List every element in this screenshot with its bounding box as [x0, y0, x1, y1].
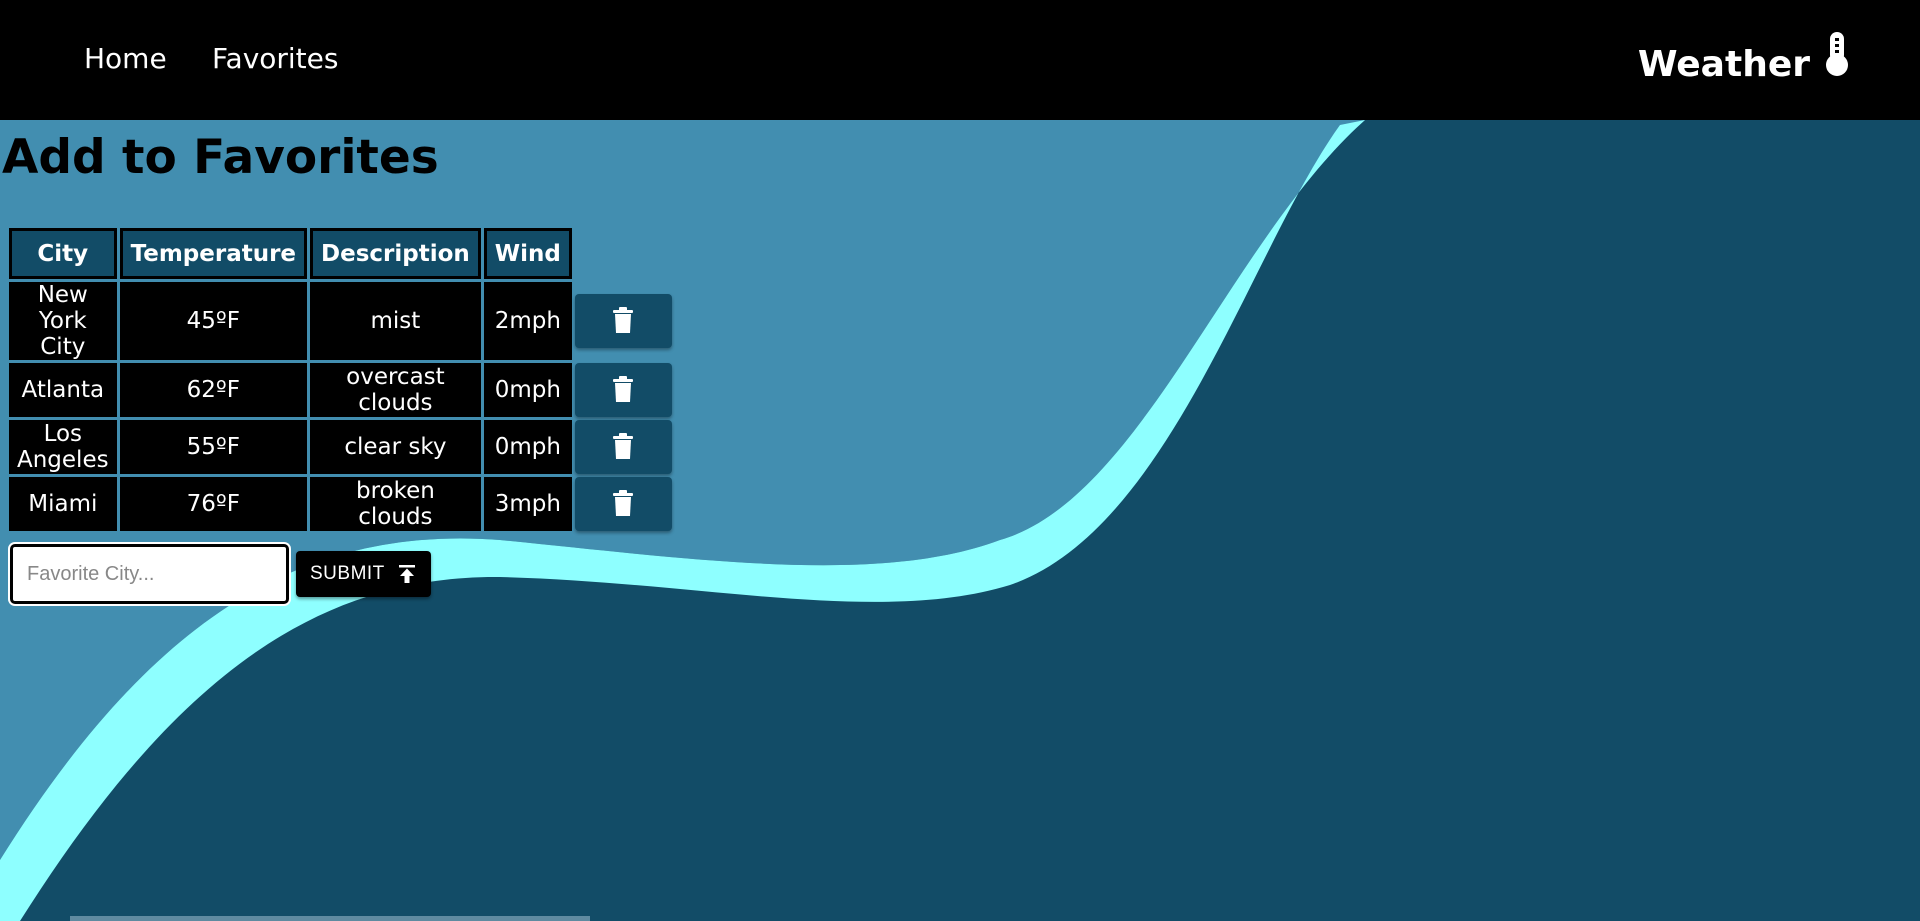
nav-link-home[interactable]: Home: [84, 42, 167, 75]
column-header-wind: Wind: [483, 228, 572, 279]
column-header-temperature: Temperature: [119, 228, 308, 279]
table-header-row: City Temperature Description Wind: [9, 228, 672, 279]
table-row: Atlanta 62ºF overcast clouds 0mph: [9, 363, 672, 417]
cell-actions: [574, 477, 672, 531]
scrollbar[interactable]: [70, 916, 590, 921]
brand-title: Weather: [1637, 44, 1810, 85]
cell-description: overcast clouds: [310, 363, 481, 417]
trash-icon: [613, 489, 634, 519]
nav-link-favorites[interactable]: Favorites: [212, 42, 338, 75]
column-header-description: Description: [310, 228, 481, 279]
add-favorite-form: SUBMIT: [10, 544, 431, 604]
table-row: New York City 45ºF mist 2mph: [9, 282, 672, 360]
thermometer-icon: [1824, 30, 1850, 80]
cell-city: Miami: [9, 477, 117, 531]
cell-city: Los Angeles: [9, 420, 117, 474]
cell-actions: [574, 282, 672, 360]
delete-button[interactable]: [574, 420, 672, 474]
favorites-table: City Temperature Description Wind New Yo…: [6, 225, 675, 534]
top-navbar: Home Favorites Weather: [0, 0, 1920, 120]
brand: Weather: [1638, 30, 1850, 85]
cell-description: broken clouds: [310, 477, 481, 531]
upload-arrow-icon: [398, 565, 415, 583]
trash-icon: [613, 375, 634, 405]
page-title: Add to Favorites: [2, 130, 439, 185]
table-row: Miami 76ºF broken clouds 3mph: [9, 477, 672, 531]
submit-button[interactable]: SUBMIT: [296, 551, 431, 597]
cell-temperature: 76ºF: [119, 477, 308, 531]
cell-actions: [574, 363, 672, 417]
cell-city: Atlanta: [9, 363, 117, 417]
cell-description: clear sky: [310, 420, 481, 474]
favorite-city-input[interactable]: [10, 544, 289, 604]
delete-button[interactable]: [574, 294, 672, 348]
cell-actions: [574, 420, 672, 474]
cell-wind: 0mph: [483, 420, 572, 474]
table-row: Los Angeles 55ºF clear sky 0mph: [9, 420, 672, 474]
column-header-actions: [575, 228, 672, 279]
cell-wind: 0mph: [483, 363, 572, 417]
trash-icon: [613, 306, 634, 336]
cell-wind: 2mph: [483, 282, 572, 360]
delete-button[interactable]: [574, 477, 672, 531]
cell-temperature: 55ºF: [119, 420, 308, 474]
cell-temperature: 45ºF: [119, 282, 308, 360]
column-header-city: City: [9, 228, 117, 279]
cell-temperature: 62ºF: [119, 363, 308, 417]
trash-icon: [613, 432, 634, 462]
cell-description: mist: [310, 282, 481, 360]
delete-button[interactable]: [574, 363, 672, 417]
cell-city: New York City: [9, 282, 117, 360]
cell-wind: 3mph: [483, 477, 572, 531]
submit-label: SUBMIT: [310, 563, 385, 584]
